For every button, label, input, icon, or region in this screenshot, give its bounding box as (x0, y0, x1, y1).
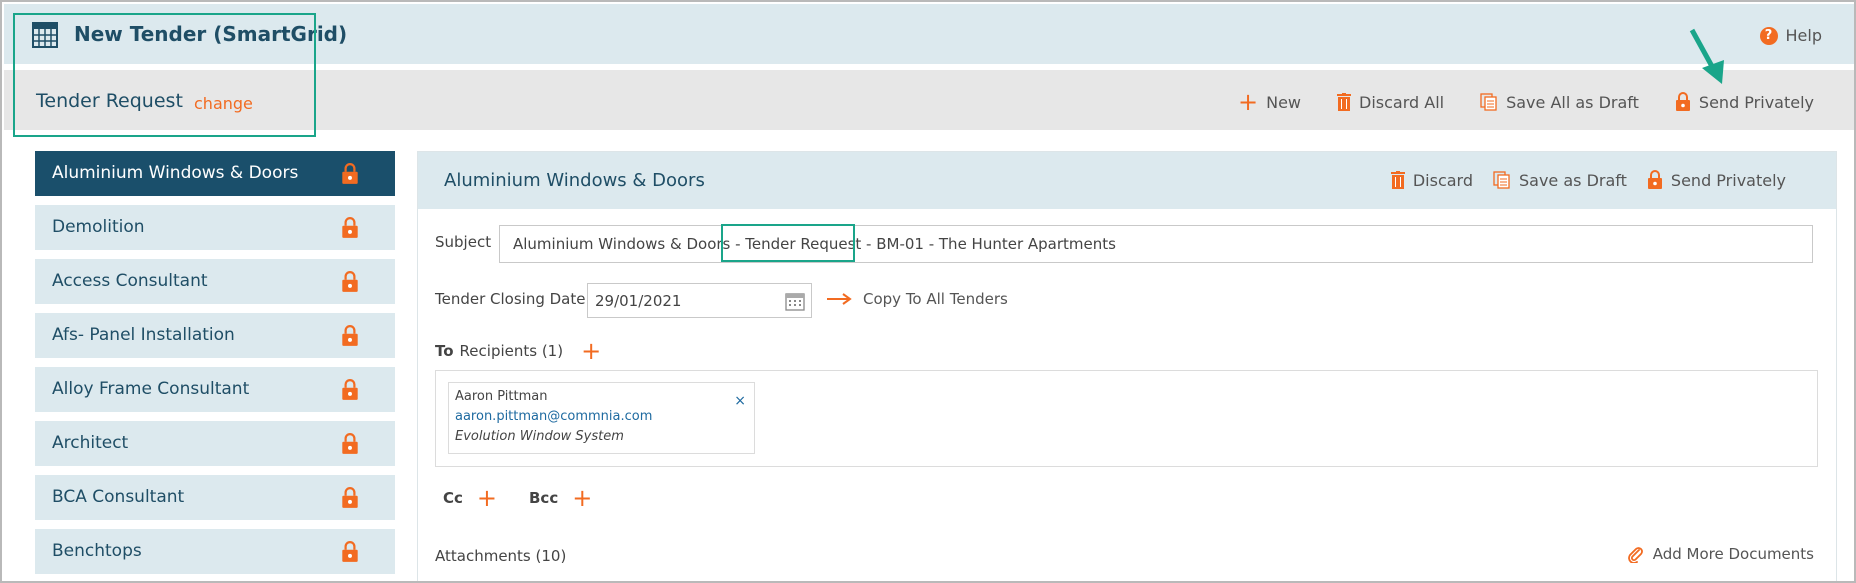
global-toolbar: + New Discard All Save All as Draft Send… (1238, 90, 1814, 114)
panel-header: Aluminium Windows & Doors Discard Save a… (418, 152, 1836, 209)
lock-icon (342, 163, 358, 184)
sidebar-item-demolition[interactable]: Demolition (35, 205, 395, 250)
copy-document-icon (1493, 171, 1510, 189)
sidebar-item-afs-panel-installation[interactable]: Afs- Panel Installation (35, 313, 395, 358)
tender-sidebar: Aluminium Windows & Doors Demolition Acc… (35, 151, 395, 581)
add-documents-label: Add More Documents (1652, 545, 1814, 563)
app-window: New Tender (SmartGrid) ? Help Tender Req… (0, 0, 1856, 583)
discard-all-label: Discard All (1359, 92, 1445, 112)
add-recipient-button[interactable]: + (581, 339, 601, 363)
closing-date-label: Tender Closing Date (435, 290, 586, 308)
attachments-label: Attachments (10) (435, 547, 567, 565)
help-label: Help (1785, 26, 1822, 45)
title-highlight-box (13, 13, 316, 137)
recipients-row: To Recipients (1) + (435, 339, 601, 363)
bcc-row: Bcc + (529, 486, 592, 510)
save-all-label: Save All as Draft (1506, 92, 1639, 112)
discard-label: Discard (1412, 170, 1473, 190)
sidebar-item-access-consultant[interactable]: Access Consultant (35, 259, 395, 304)
lock-icon (342, 433, 358, 454)
lock-icon (342, 487, 358, 508)
save-all-draft-button[interactable]: Save All as Draft (1480, 90, 1639, 114)
lock-icon (1675, 92, 1690, 111)
closing-date-value: 29/01/2021 (595, 292, 682, 310)
sidebar-item-label: Architect (52, 433, 129, 453)
help-icon: ? (1759, 26, 1778, 45)
trash-icon (1390, 171, 1405, 189)
sidebar-item-label: Access Consultant (52, 271, 208, 291)
paperclip-icon (1627, 547, 1643, 563)
annotation-arrow-icon (1689, 28, 1724, 84)
lock-icon (342, 217, 358, 238)
subject-input[interactable]: Aluminium Windows & Doors - Tender Reque… (499, 225, 1813, 263)
copy-to-all-label: Copy To All Tenders (863, 290, 1008, 308)
subject-highlight-box (721, 224, 855, 262)
lock-icon (342, 379, 358, 400)
add-documents-button[interactable]: Add More Documents (1627, 545, 1814, 563)
sidebar-item-label: Demolition (52, 217, 145, 237)
add-bcc-button[interactable]: + (572, 486, 592, 510)
recipient-email[interactable]: aaron.pittman@commnia.com (455, 409, 748, 424)
save-draft-button[interactable]: Save as Draft (1493, 170, 1627, 190)
recipients-label: Recipients (1) (459, 342, 564, 360)
sidebar-item-alloy-frame-consultant[interactable]: Alloy Frame Consultant (35, 367, 395, 412)
recipient-card: Aaron Pittman aaron.pittman@commnia.com … (448, 382, 755, 454)
copy-document-icon (1480, 93, 1497, 111)
send-privately-label: Send Privately (1670, 170, 1786, 190)
cc-row: Cc + (443, 486, 497, 510)
add-cc-button[interactable]: + (477, 486, 497, 510)
sidebar-item-label: Benchtops (52, 541, 142, 561)
sidebar-item-label: Alloy Frame Consultant (52, 379, 250, 399)
sidebar-item-benchtops[interactable]: Benchtops (35, 529, 395, 574)
lock-icon (1647, 170, 1662, 189)
subject-label: Subject (435, 233, 492, 251)
plus-icon: + (1237, 88, 1259, 116)
sidebar-item-label: BCA Consultant (52, 487, 185, 507)
to-label: To (435, 342, 454, 360)
save-draft-label: Save as Draft (1519, 170, 1627, 190)
discard-all-button[interactable]: Discard All (1337, 90, 1444, 114)
arrow-right-icon (827, 293, 852, 305)
recipients-box: Aaron Pittman aaron.pittman@commnia.com … (435, 370, 1818, 467)
tender-form-panel: Aluminium Windows & Doors Discard Save a… (417, 151, 1837, 581)
sidebar-item-bca-consultant[interactable]: BCA Consultant (35, 475, 395, 520)
close-icon[interactable]: × (734, 393, 746, 409)
lock-icon (342, 271, 358, 292)
send-privately-all-button[interactable]: Send Privately (1675, 90, 1814, 114)
new-label: New (1266, 92, 1301, 112)
new-button[interactable]: + New (1238, 90, 1301, 114)
send-privately-button[interactable]: Send Privately (1647, 170, 1786, 190)
sidebar-item-label: Afs- Panel Installation (52, 325, 235, 345)
panel-toolbar: Discard Save as Draft Send Privately (1390, 170, 1786, 190)
lock-icon (342, 325, 358, 346)
sidebar-item-label: Aluminium Windows & Doors (52, 163, 299, 183)
copy-to-all-button[interactable]: Copy To All Tenders (827, 290, 1008, 308)
sidebar-item-aluminium-windows-doors[interactable]: Aluminium Windows & Doors (35, 151, 395, 196)
help-link[interactable]: ? Help (1759, 26, 1822, 45)
recipient-company: Evolution Window System (455, 429, 624, 444)
recipient-name: Aaron Pittman (455, 389, 548, 404)
bcc-label: Bcc (529, 489, 559, 507)
cc-label: Cc (443, 489, 463, 507)
trash-icon (1337, 93, 1351, 111)
closing-date-input[interactable]: 29/01/2021 (587, 283, 812, 318)
discard-button[interactable]: Discard (1390, 170, 1473, 190)
sidebar-item-architect[interactable]: Architect (35, 421, 395, 466)
send-privately-label: Send Privately (1698, 92, 1814, 112)
panel-title: Aluminium Windows & Doors (444, 170, 705, 191)
calendar-icon[interactable] (785, 291, 805, 311)
lock-icon (342, 541, 358, 562)
